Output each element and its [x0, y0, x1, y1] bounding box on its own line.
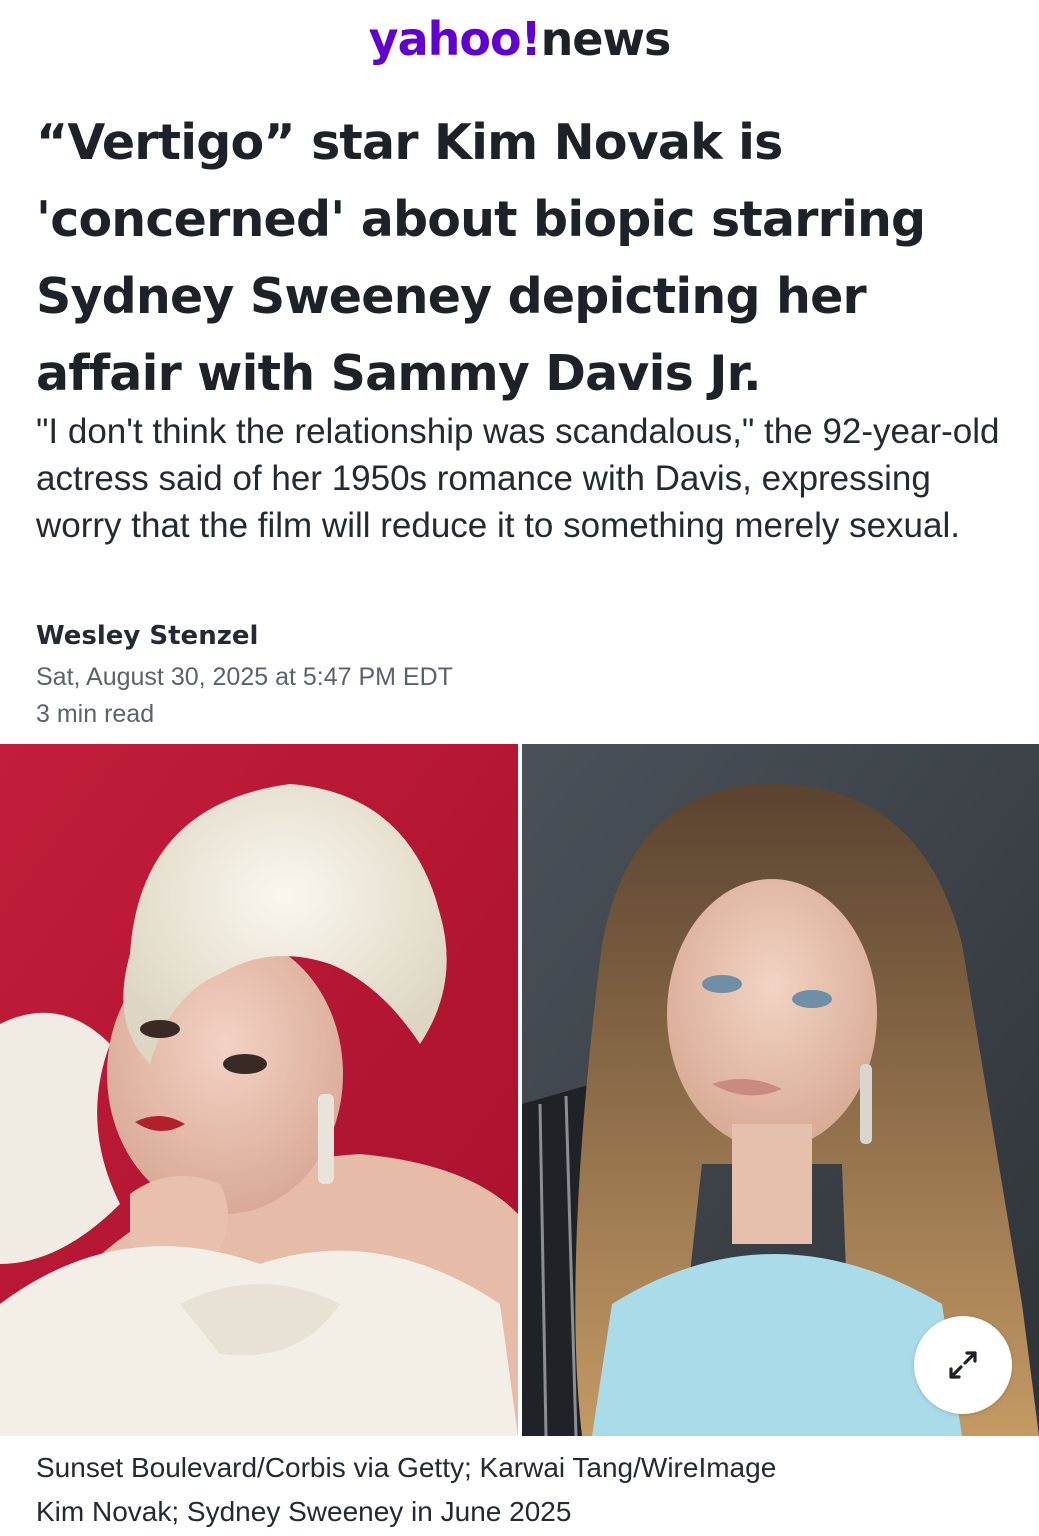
photo-caption: Kim Novak; Sydney Sweeney in June 2025: [36, 1496, 572, 1527]
publish-timestamp: Sat, August 30, 2025 at 5:47 PM EDT: [36, 663, 453, 691]
yahoo-news-logo[interactable]: yahoo!news: [0, 8, 1039, 78]
expand-arrows-icon: [949, 1351, 977, 1379]
read-time: 3 min read: [36, 700, 155, 728]
yahoo-logo-text: yahoo!: [368, 12, 542, 66]
author-name[interactable]: Wesley Stenzel: [36, 618, 258, 654]
kim-novak-photo: [0, 744, 518, 1436]
expand-photo-button[interactable]: [914, 1316, 1012, 1414]
article-headline: “Vertigo” star Kim Novak is 'concerned' …: [36, 114, 926, 402]
article-hero-photo[interactable]: [0, 744, 1039, 1436]
article-dek: "I don't think the relationship was scan…: [36, 412, 1000, 545]
photo-credit: Sunset Boulevard/Corbis via Getty; Karwa…: [36, 1452, 777, 1483]
news-logo-text: news: [540, 12, 672, 66]
